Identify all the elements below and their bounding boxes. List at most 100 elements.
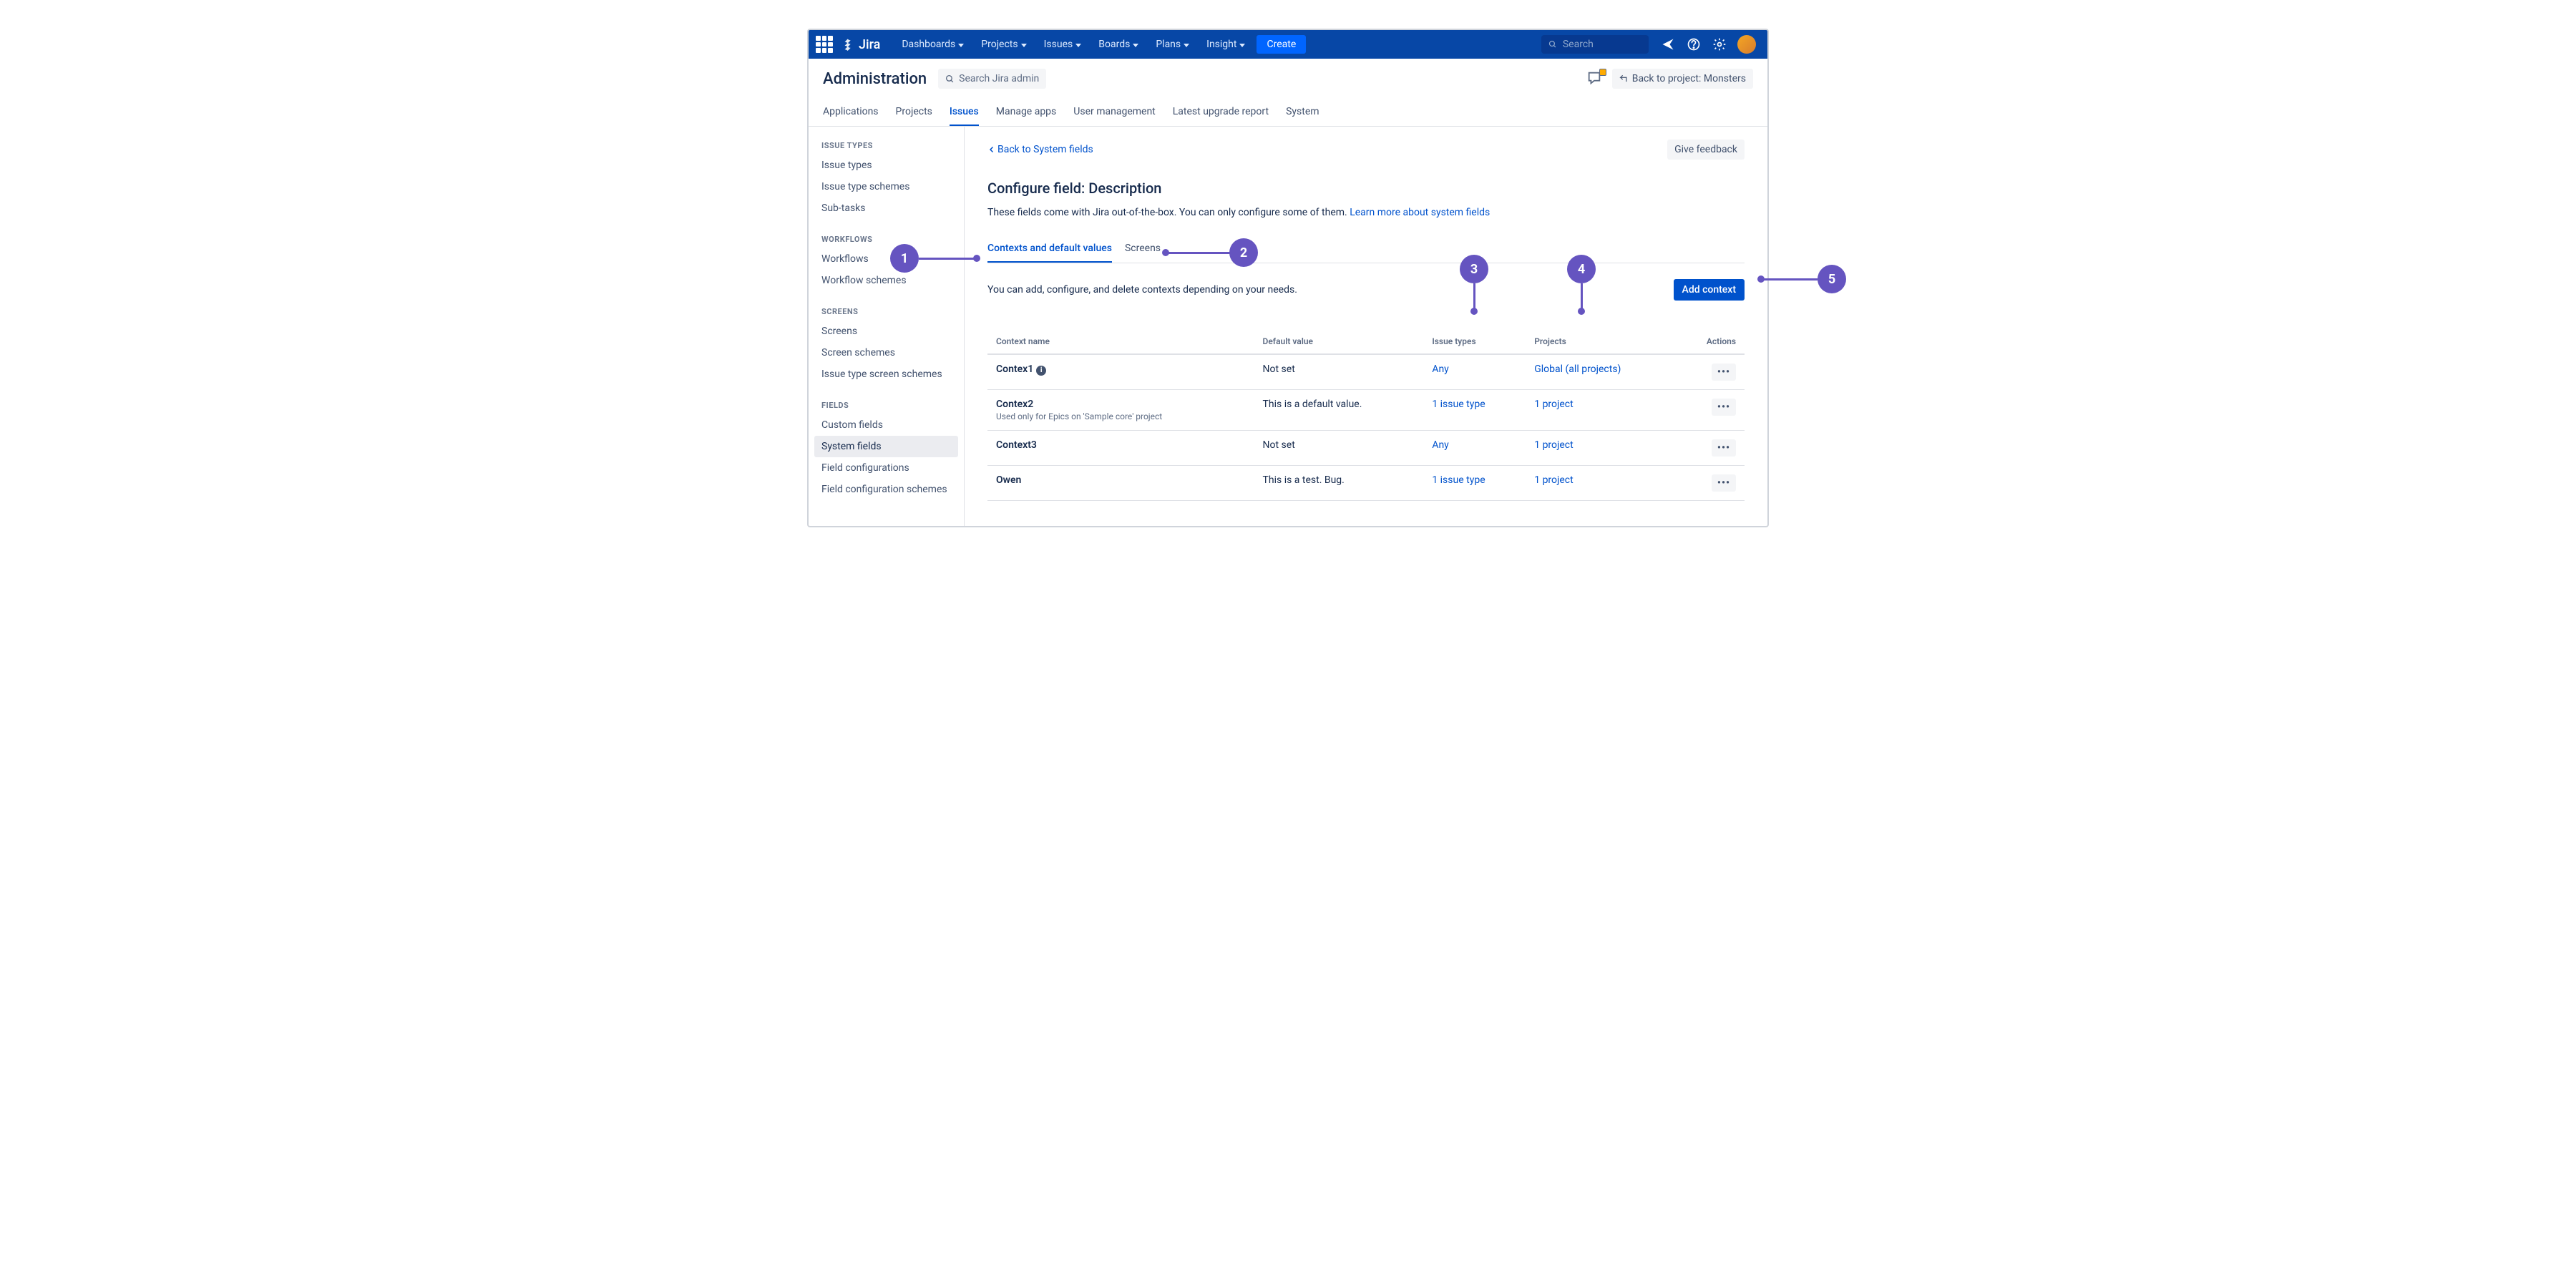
nav-insight[interactable]: Insight	[1199, 34, 1252, 54]
sidebar-item-screens[interactable]: Screens	[814, 321, 958, 342]
default-value-cell: This is a test. Bug.	[1254, 466, 1424, 501]
chevron-down-icon	[1133, 44, 1138, 47]
nav-dashboards[interactable]: Dashboards	[894, 34, 971, 54]
table-row: Contex1i Not set Any Global (all projects) •…	[987, 354, 1745, 390]
row-actions-button[interactable]: •••	[1712, 364, 1736, 381]
issue-types-link[interactable]: 1 issue type	[1432, 399, 1485, 410]
admin-search[interactable]: Search Jira admin	[938, 69, 1046, 89]
search-icon	[945, 74, 955, 84]
callout-dot	[1470, 308, 1478, 315]
notifications-icon[interactable]	[1660, 36, 1676, 52]
inner-tab-screens[interactable]: Screens	[1125, 235, 1161, 263]
callout-connector	[1581, 283, 1583, 311]
sidebar-item-screen-schemes[interactable]: Screen schemes	[814, 342, 958, 364]
callout-connector	[1762, 278, 1818, 280]
sidebar-item-issue-types[interactable]: Issue types	[814, 155, 958, 176]
sidebar-group-title: FIELDS	[814, 396, 958, 414]
tab-projects[interactable]: Projects	[896, 99, 932, 126]
app-switcher-icon[interactable]	[816, 36, 833, 53]
notification-badge	[1599, 69, 1606, 76]
help-icon[interactable]	[1686, 36, 1702, 52]
callout-connector	[1473, 283, 1475, 311]
nav-boards[interactable]: Boards	[1091, 34, 1146, 54]
row-actions-button[interactable]: •••	[1712, 474, 1736, 492]
admin-header: Administration Search Jira admin Back to…	[809, 59, 1767, 99]
nav-issues[interactable]: Issues	[1037, 34, 1089, 54]
page-description: These fields come with Jira out-of-the-b…	[987, 207, 1745, 218]
tab-applications[interactable]: Applications	[823, 99, 879, 126]
inner-tab-contexts-and-default-values[interactable]: Contexts and default values	[987, 235, 1112, 263]
table-row: Owen This is a test. Bug. 1 issue type 1 pr…	[987, 466, 1745, 501]
default-value-cell: Not set	[1254, 431, 1424, 466]
row-actions-button[interactable]: •••	[1712, 439, 1736, 457]
admin-title: Administration	[823, 70, 927, 88]
tab-user-management[interactable]: User management	[1073, 99, 1155, 126]
projects-link[interactable]: 1 project	[1534, 474, 1573, 486]
back-to-system-fields-link[interactable]: Back to System fields	[987, 144, 1093, 155]
projects-link[interactable]: 1 project	[1534, 399, 1573, 410]
callout-dot	[1578, 308, 1585, 315]
top-navigation: Jira DashboardsProjectsIssuesBoardsPlans…	[809, 30, 1767, 59]
table-row: Contex2Used only for Epics on 'Sample co…	[987, 390, 1745, 431]
sidebar-group-title: ISSUE TYPES	[814, 137, 958, 155]
sidebar: ISSUE TYPESIssue typesIssue type schemes…	[809, 127, 965, 526]
context-subtitle: Used only for Epics on 'Sample core' pro…	[996, 411, 1246, 421]
issue-types-link[interactable]: Any	[1432, 364, 1449, 375]
tab-system[interactable]: System	[1286, 99, 1319, 126]
column-header: Context name	[987, 329, 1254, 354]
give-feedback-button[interactable]: Give feedback	[1667, 140, 1745, 160]
callout-5: 5	[1818, 265, 1846, 293]
default-value-cell: Not set	[1254, 354, 1424, 390]
issue-types-link[interactable]: Any	[1432, 439, 1449, 451]
tab-issues[interactable]: Issues	[950, 99, 979, 126]
callout-dot	[1757, 275, 1765, 283]
projects-link[interactable]: Global (all projects)	[1534, 364, 1621, 375]
learn-more-link[interactable]: Learn more about system fields	[1350, 207, 1490, 218]
sidebar-group-title: WORKFLOWS	[814, 230, 958, 248]
sidebar-item-field-configurations[interactable]: Field configurations	[814, 457, 958, 479]
nav-plans[interactable]: Plans	[1148, 34, 1196, 54]
back-to-project-button[interactable]: Back to project: Monsters	[1612, 69, 1753, 89]
context-name: Owen	[996, 474, 1021, 486]
tab-manage-apps[interactable]: Manage apps	[996, 99, 1057, 126]
context-name: Contex2	[996, 399, 1033, 410]
sidebar-item-system-fields[interactable]: System fields	[814, 436, 958, 457]
callout-4: 4	[1567, 255, 1596, 283]
app-window: Jira DashboardsProjectsIssuesBoardsPlans…	[807, 29, 1769, 527]
feedback-bubble-icon[interactable]	[1586, 70, 1604, 87]
sidebar-item-field-configuration-schemes[interactable]: Field configuration schemes	[814, 479, 958, 500]
nav-menu: DashboardsProjectsIssuesBoardsPlansInsig…	[894, 34, 1252, 54]
nav-projects[interactable]: Projects	[974, 34, 1033, 54]
chevron-down-icon	[958, 44, 964, 47]
sidebar-item-issue-type-schemes[interactable]: Issue type schemes	[814, 176, 958, 197]
column-header: Projects	[1526, 329, 1677, 354]
sidebar-item-issue-type-screen-schemes[interactable]: Issue type screen schemes	[814, 364, 958, 385]
page-heading: Configure field: Description	[987, 180, 1745, 197]
global-search[interactable]	[1541, 35, 1649, 54]
add-context-button[interactable]: Add context	[1674, 279, 1745, 301]
search-input[interactable]	[1563, 39, 1641, 50]
sidebar-item-custom-fields[interactable]: Custom fields	[814, 414, 958, 436]
contexts-table: Context nameDefault valueIssue typesProj…	[987, 329, 1745, 501]
projects-link[interactable]: 1 project	[1534, 439, 1573, 451]
sidebar-item-workflow-schemes[interactable]: Workflow schemes	[814, 270, 958, 291]
info-icon[interactable]: i	[1036, 366, 1046, 376]
table-row: Context3Not setAny1 project•••	[987, 431, 1745, 466]
callout-1: 1	[890, 244, 919, 273]
jira-logo[interactable]: Jira	[841, 37, 880, 52]
row-actions-button[interactable]: •••	[1712, 399, 1736, 416]
context-name: Contex1	[996, 364, 1033, 375]
tab-latest-upgrade-report[interactable]: Latest upgrade report	[1173, 99, 1269, 126]
sidebar-group-title: SCREENS	[814, 303, 958, 321]
sidebar-item-sub-tasks[interactable]: Sub-tasks	[814, 197, 958, 219]
back-arrow-icon	[1619, 74, 1629, 84]
create-button[interactable]: Create	[1257, 35, 1306, 54]
callout-dot	[1162, 249, 1169, 256]
chevron-down-icon	[1021, 44, 1027, 47]
column-header: Actions	[1677, 329, 1745, 354]
column-header: Default value	[1254, 329, 1424, 354]
admin-tabs: Applications Projects Issues Manage apps Use…	[809, 99, 1767, 127]
settings-icon[interactable]	[1712, 36, 1727, 52]
issue-types-link[interactable]: 1 issue type	[1432, 474, 1485, 486]
avatar[interactable]	[1737, 35, 1756, 54]
